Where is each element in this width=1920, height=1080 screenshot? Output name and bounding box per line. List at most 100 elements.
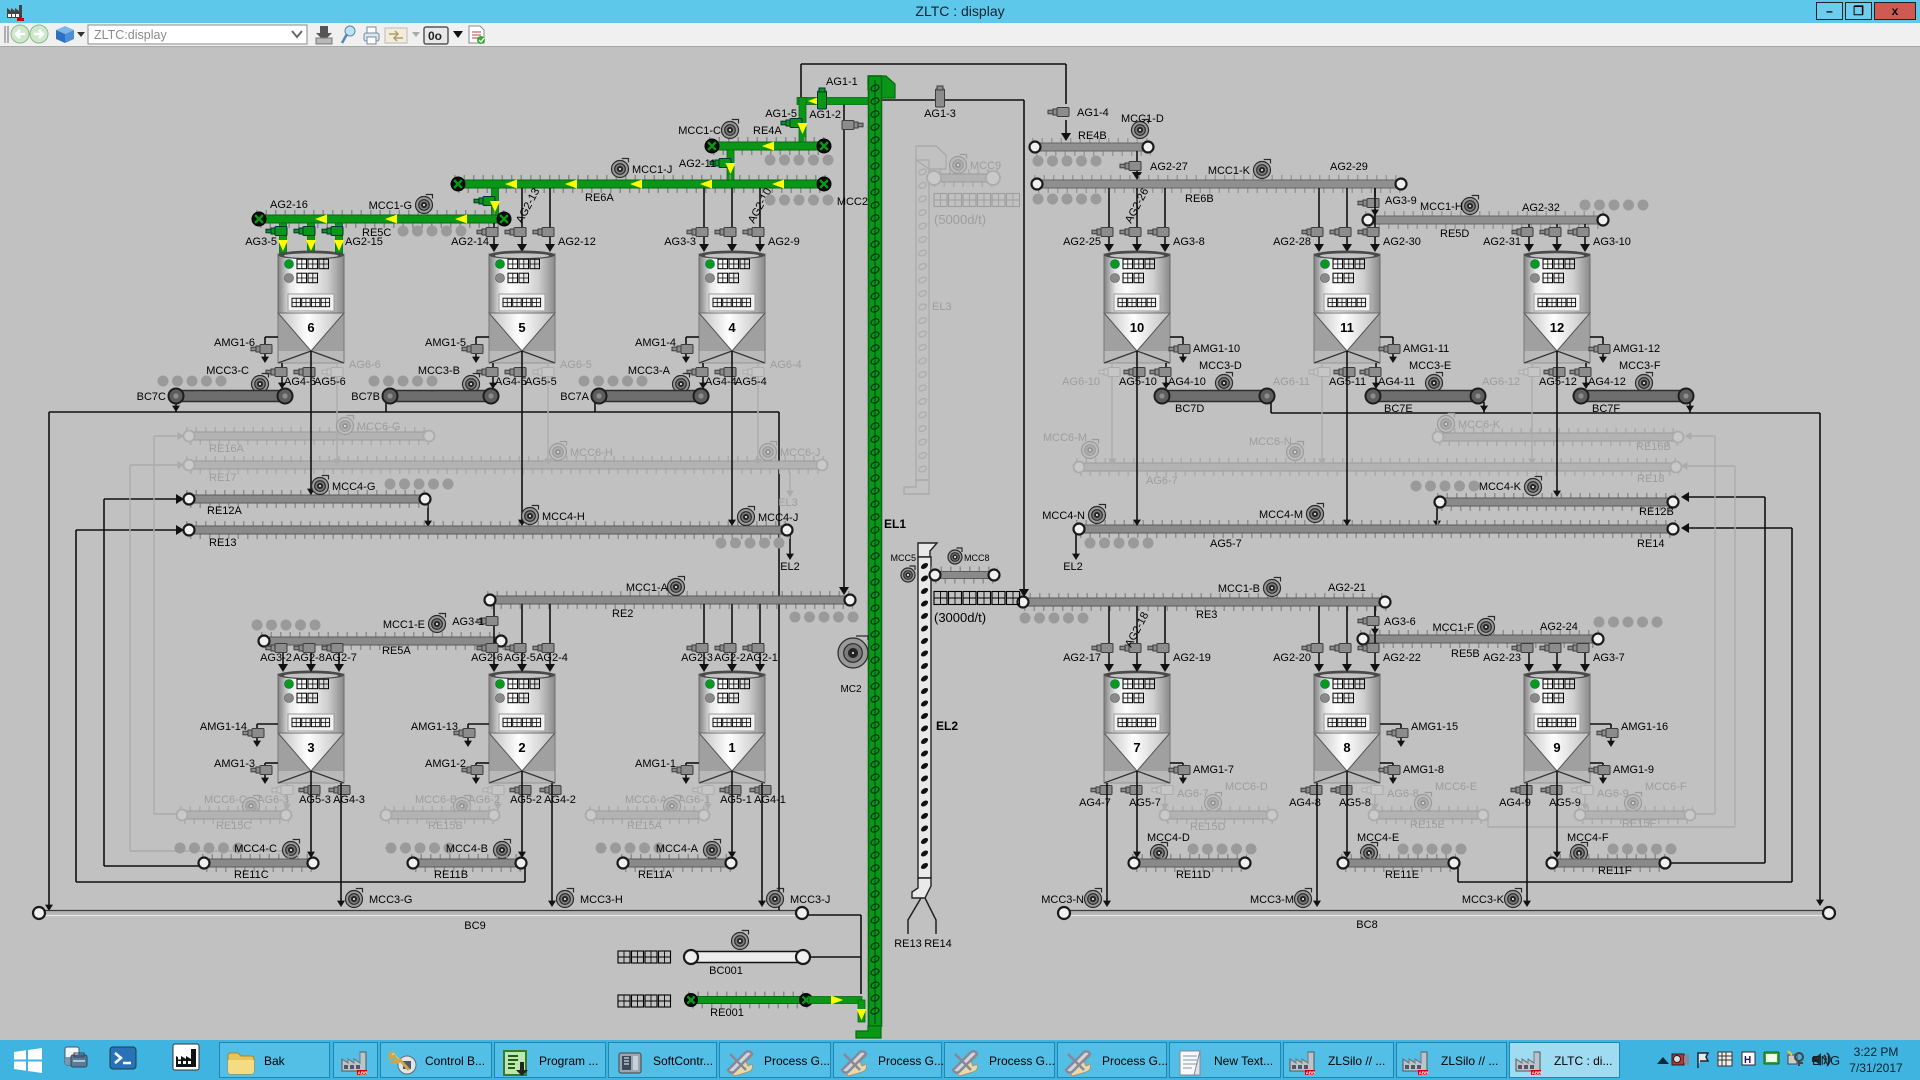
svg-text:AG4-3: AG4-3 [333, 794, 365, 806]
svg-text:AG3-10: AG3-10 [1593, 236, 1631, 248]
svg-text:RE001: RE001 [710, 1007, 744, 1019]
svg-text:MCC6-N: MCC6-N [1249, 436, 1292, 448]
svg-text:MCC3-D: MCC3-D [1199, 360, 1242, 372]
svg-text:AG5-4: AG5-4 [735, 376, 767, 388]
svg-text:RE14: RE14 [924, 938, 952, 950]
svg-text:BC7F: BC7F [1592, 403, 1620, 415]
svg-text:AG6-1: AG6-1 [678, 794, 710, 806]
svg-text:MCC3-N: MCC3-N [1041, 894, 1084, 906]
svg-text:AMG1-15: AMG1-15 [1411, 721, 1458, 733]
svg-text:MCC4-B: MCC4-B [446, 843, 488, 855]
svg-text:AG5-5: AG5-5 [525, 376, 557, 388]
svg-text:AMG1-5: AMG1-5 [425, 337, 466, 349]
svg-text:RE14: RE14 [1637, 538, 1665, 550]
svg-text:AMG1-12: AMG1-12 [1613, 343, 1660, 355]
svg-text:AG3-9: AG3-9 [1385, 195, 1417, 207]
svg-text:RE2: RE2 [612, 608, 633, 620]
svg-text:AG2-20: AG2-20 [1273, 652, 1311, 664]
svg-text:AG2-11: AG2-11 [679, 158, 716, 170]
svg-text:MCC3-C: MCC3-C [206, 365, 249, 377]
svg-text:AG3-3: AG3-3 [664, 236, 696, 248]
svg-text:AG2-1: AG2-1 [746, 652, 778, 664]
svg-text:AG3-6: AG3-6 [1384, 616, 1416, 628]
svg-text:MCC1-E: MCC1-E [383, 619, 425, 631]
svg-text:AG6-7: AG6-7 [1146, 475, 1178, 487]
svg-text:AG5-8: AG5-8 [1339, 797, 1371, 809]
svg-text:RE12B: RE12B [1639, 506, 1674, 518]
svg-text:EL1: EL1 [884, 517, 906, 531]
svg-text:AG1-4: AG1-4 [1077, 107, 1109, 119]
svg-text:AG2-12: AG2-12 [558, 236, 596, 248]
svg-text:RE11B: RE11B [434, 869, 468, 881]
svg-text:RE15A: RE15A [627, 820, 663, 832]
svg-text:BC7E: BC7E [1384, 403, 1413, 415]
svg-text:RE3: RE3 [1196, 609, 1217, 621]
svg-text:MCC1-K: MCC1-K [1208, 165, 1251, 177]
svg-text:ABB: ABB [358, 1071, 368, 1076]
svg-text:AG6-9: AG6-9 [1597, 788, 1629, 800]
svg-text:AMG1-3: AMG1-3 [214, 758, 255, 770]
svg-text:AG5-6: AG5-6 [314, 376, 346, 388]
svg-text:AG3-5: AG3-5 [245, 236, 277, 248]
svg-text:AG2-16: AG2-16 [270, 199, 308, 211]
svg-text:BC7A: BC7A [560, 391, 589, 403]
svg-text:AG5-2: AG5-2 [510, 794, 542, 806]
svg-text:AMG1-1: AMG1-1 [635, 758, 676, 770]
svg-text:ENG: ENG [1812, 1053, 1840, 1068]
svg-text:EL2: EL2 [1063, 561, 1083, 573]
svg-text:AG6-2: AG6-2 [468, 794, 500, 806]
svg-text:MCC5: MCC5 [890, 553, 916, 563]
svg-text:H: H [1744, 1055, 1751, 1066]
svg-text:AG6-5: AG6-5 [560, 359, 592, 371]
svg-text:AG6-3: AG6-3 [257, 794, 289, 806]
svg-text:BC9: BC9 [464, 920, 485, 932]
svg-text:AG2-22: AG2-22 [1383, 652, 1421, 664]
svg-text:AG2-19: AG2-19 [1173, 652, 1211, 664]
svg-text:MCC3-G: MCC3-G [369, 894, 412, 906]
svg-text:RE6B: RE6B [1185, 193, 1214, 205]
svg-text:AG5-7: AG5-7 [1129, 797, 1161, 809]
svg-text:AMG1-13: AMG1-13 [411, 721, 458, 733]
svg-text:MCC6-D: MCC6-D [1225, 781, 1268, 793]
svg-text:MCC1-D: MCC1-D [1121, 113, 1164, 125]
svg-text:0o: 0o [428, 29, 442, 43]
svg-text:RE11F: RE11F [1598, 865, 1632, 877]
svg-text:MCC3-J: MCC3-J [790, 894, 830, 906]
svg-text:AG2-17: AG2-17 [1063, 652, 1101, 664]
svg-text:MCC1-A: MCC1-A [626, 582, 669, 594]
svg-text:AMG1-10: AMG1-10 [1193, 343, 1240, 355]
svg-text:AG2-9: AG2-9 [768, 236, 800, 248]
svg-text:AG2-14: AG2-14 [451, 236, 489, 248]
svg-text:12: 12 [1550, 320, 1564, 335]
svg-text:AMG1-7: AMG1-7 [1193, 764, 1234, 776]
svg-text:MCC8: MCC8 [964, 553, 990, 563]
svg-text:RE5C: RE5C [362, 227, 391, 239]
svg-text:RE5A: RE5A [382, 645, 411, 657]
svg-text:RE15B: RE15B [428, 820, 463, 832]
svg-text:RE13: RE13 [894, 938, 922, 950]
svg-text:AMG1-16: AMG1-16 [1621, 721, 1668, 733]
svg-text:RE17: RE17 [209, 472, 237, 484]
svg-text:MCC4-D: MCC4-D [1147, 832, 1190, 844]
svg-text:AG2-32: AG2-32 [1522, 202, 1560, 214]
svg-text:RE6A: RE6A [585, 192, 614, 204]
svg-text:RE11E: RE11E [1385, 869, 1419, 881]
svg-text:MCC4-C: MCC4-C [234, 843, 277, 855]
svg-text:AG2-5: AG2-5 [504, 652, 536, 664]
svg-text:AG5-1: AG5-1 [720, 794, 752, 806]
svg-text:MCC2: MCC2 [837, 196, 868, 208]
svg-text:6: 6 [307, 320, 314, 335]
svg-text:AG6-8: AG6-8 [1387, 788, 1419, 800]
svg-text:AG2-2: AG2-2 [714, 652, 746, 664]
svg-text:MCC3-H: MCC3-H [580, 894, 623, 906]
svg-text:RE5B: RE5B [1451, 648, 1480, 660]
svg-text:1: 1 [728, 740, 735, 755]
svg-text:AG6-10: AG6-10 [1062, 376, 1100, 388]
svg-text:BC7D: BC7D [1175, 403, 1204, 415]
svg-text:AG1-5: AG1-5 [765, 108, 797, 120]
svg-text:AG2-30: AG2-30 [1383, 236, 1421, 248]
svg-text:AG3-8: AG3-8 [1173, 236, 1205, 248]
svg-text:ZLTC:display: ZLTC:display [94, 28, 167, 42]
svg-text:AG2-24: AG2-24 [1540, 621, 1578, 633]
svg-text:MCC3-A: MCC3-A [628, 365, 671, 377]
